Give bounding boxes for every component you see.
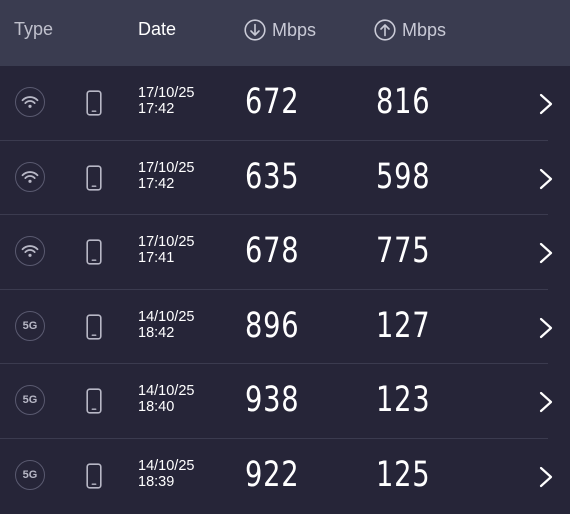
result-row[interactable]: 5G 14/10/25 18:39 922 125 (0, 439, 570, 514)
test-time: 17:42 (138, 101, 175, 117)
download-speed: 922 (245, 454, 300, 495)
test-time: 18:40 (138, 399, 175, 416)
wifi-icon (21, 170, 39, 183)
test-date: 14/10/25 (138, 383, 195, 400)
download-speed: 672 (245, 82, 300, 122)
download-column-header[interactable]: Mbps (244, 19, 316, 41)
arrow-up-circle-icon (374, 19, 396, 41)
result-row[interactable]: 5G 14/10/25 18:40 938 123 (0, 364, 570, 439)
wifi-type-badge (15, 236, 45, 267)
phone-icon (86, 239, 102, 265)
upload-column-header[interactable]: Mbps (374, 19, 446, 41)
upload-speed: 127 (376, 305, 431, 346)
results-list: 17/10/25 17:42 672 816 17/10/25 17:42 635 598 17… (0, 66, 570, 514)
test-time: 18:42 (138, 324, 175, 341)
5g-type-badge: 5G (15, 459, 45, 490)
network-type-label: 5G (22, 468, 38, 481)
download-header-label: Mbps (272, 19, 317, 40)
test-datetime: 17/10/25 17:42 (138, 160, 194, 192)
result-row[interactable]: 5G 14/10/25 18:42 896 127 (0, 290, 570, 365)
type-header-label: Type (14, 19, 54, 39)
phone-icon (86, 314, 102, 340)
wifi-type-badge (15, 87, 45, 117)
test-date: 17/10/25 (138, 234, 195, 251)
test-date: 14/10/25 (138, 308, 195, 325)
chevron-right-icon[interactable] (538, 465, 554, 489)
network-type-label: 5G (22, 319, 38, 332)
test-datetime: 14/10/25 18:39 (138, 458, 194, 490)
test-date: 17/10/25 (138, 85, 195, 101)
chevron-right-icon[interactable] (538, 92, 554, 116)
chevron-right-icon[interactable] (538, 316, 554, 340)
chevron-right-icon[interactable] (538, 390, 554, 414)
phone-icon (86, 164, 102, 191)
5g-type-badge: 5G (15, 310, 45, 341)
chevron-right-icon[interactable] (538, 241, 554, 265)
download-speed: 678 (245, 231, 300, 272)
upload-speed: 125 (376, 454, 431, 495)
test-time: 18:39 (138, 473, 175, 490)
5g-type-badge: 5G (15, 385, 45, 416)
test-datetime: 14/10/25 18:40 (138, 383, 194, 415)
wifi-icon (21, 245, 39, 258)
result-row[interactable]: 17/10/25 17:42 672 816 (0, 66, 570, 141)
type-column-header[interactable]: Type (14, 19, 53, 40)
results-header: Type Date Mbps Mbps (0, 0, 570, 66)
phone-icon (86, 90, 102, 116)
test-time: 17:41 (138, 250, 175, 267)
upload-speed: 123 (376, 380, 431, 421)
test-time: 17:42 (138, 175, 175, 192)
upload-speed: 816 (376, 82, 431, 122)
phone-icon (86, 463, 102, 489)
download-speed: 896 (245, 305, 300, 346)
test-datetime: 14/10/25 18:42 (138, 309, 194, 341)
download-speed: 938 (245, 380, 300, 421)
arrow-down-circle-icon (244, 19, 266, 41)
date-column-header[interactable]: Date (138, 19, 176, 40)
phone-icon (86, 388, 102, 414)
chevron-right-icon[interactable] (538, 167, 554, 191)
download-speed: 635 (245, 156, 300, 197)
date-header-label: Date (138, 19, 177, 39)
upload-header-label: Mbps (402, 19, 447, 40)
result-row[interactable]: 17/10/25 17:42 635 598 (0, 141, 570, 216)
test-date: 17/10/25 (138, 159, 195, 176)
test-date: 14/10/25 (138, 457, 195, 474)
test-datetime: 17/10/25 17:42 (138, 85, 194, 117)
test-datetime: 17/10/25 17:41 (138, 234, 194, 266)
result-row[interactable]: 17/10/25 17:41 678 775 (0, 215, 570, 290)
upload-speed: 775 (376, 231, 431, 272)
wifi-icon (21, 96, 39, 108)
upload-speed: 598 (376, 156, 431, 197)
network-type-label: 5G (22, 394, 38, 407)
wifi-type-badge (15, 161, 45, 192)
